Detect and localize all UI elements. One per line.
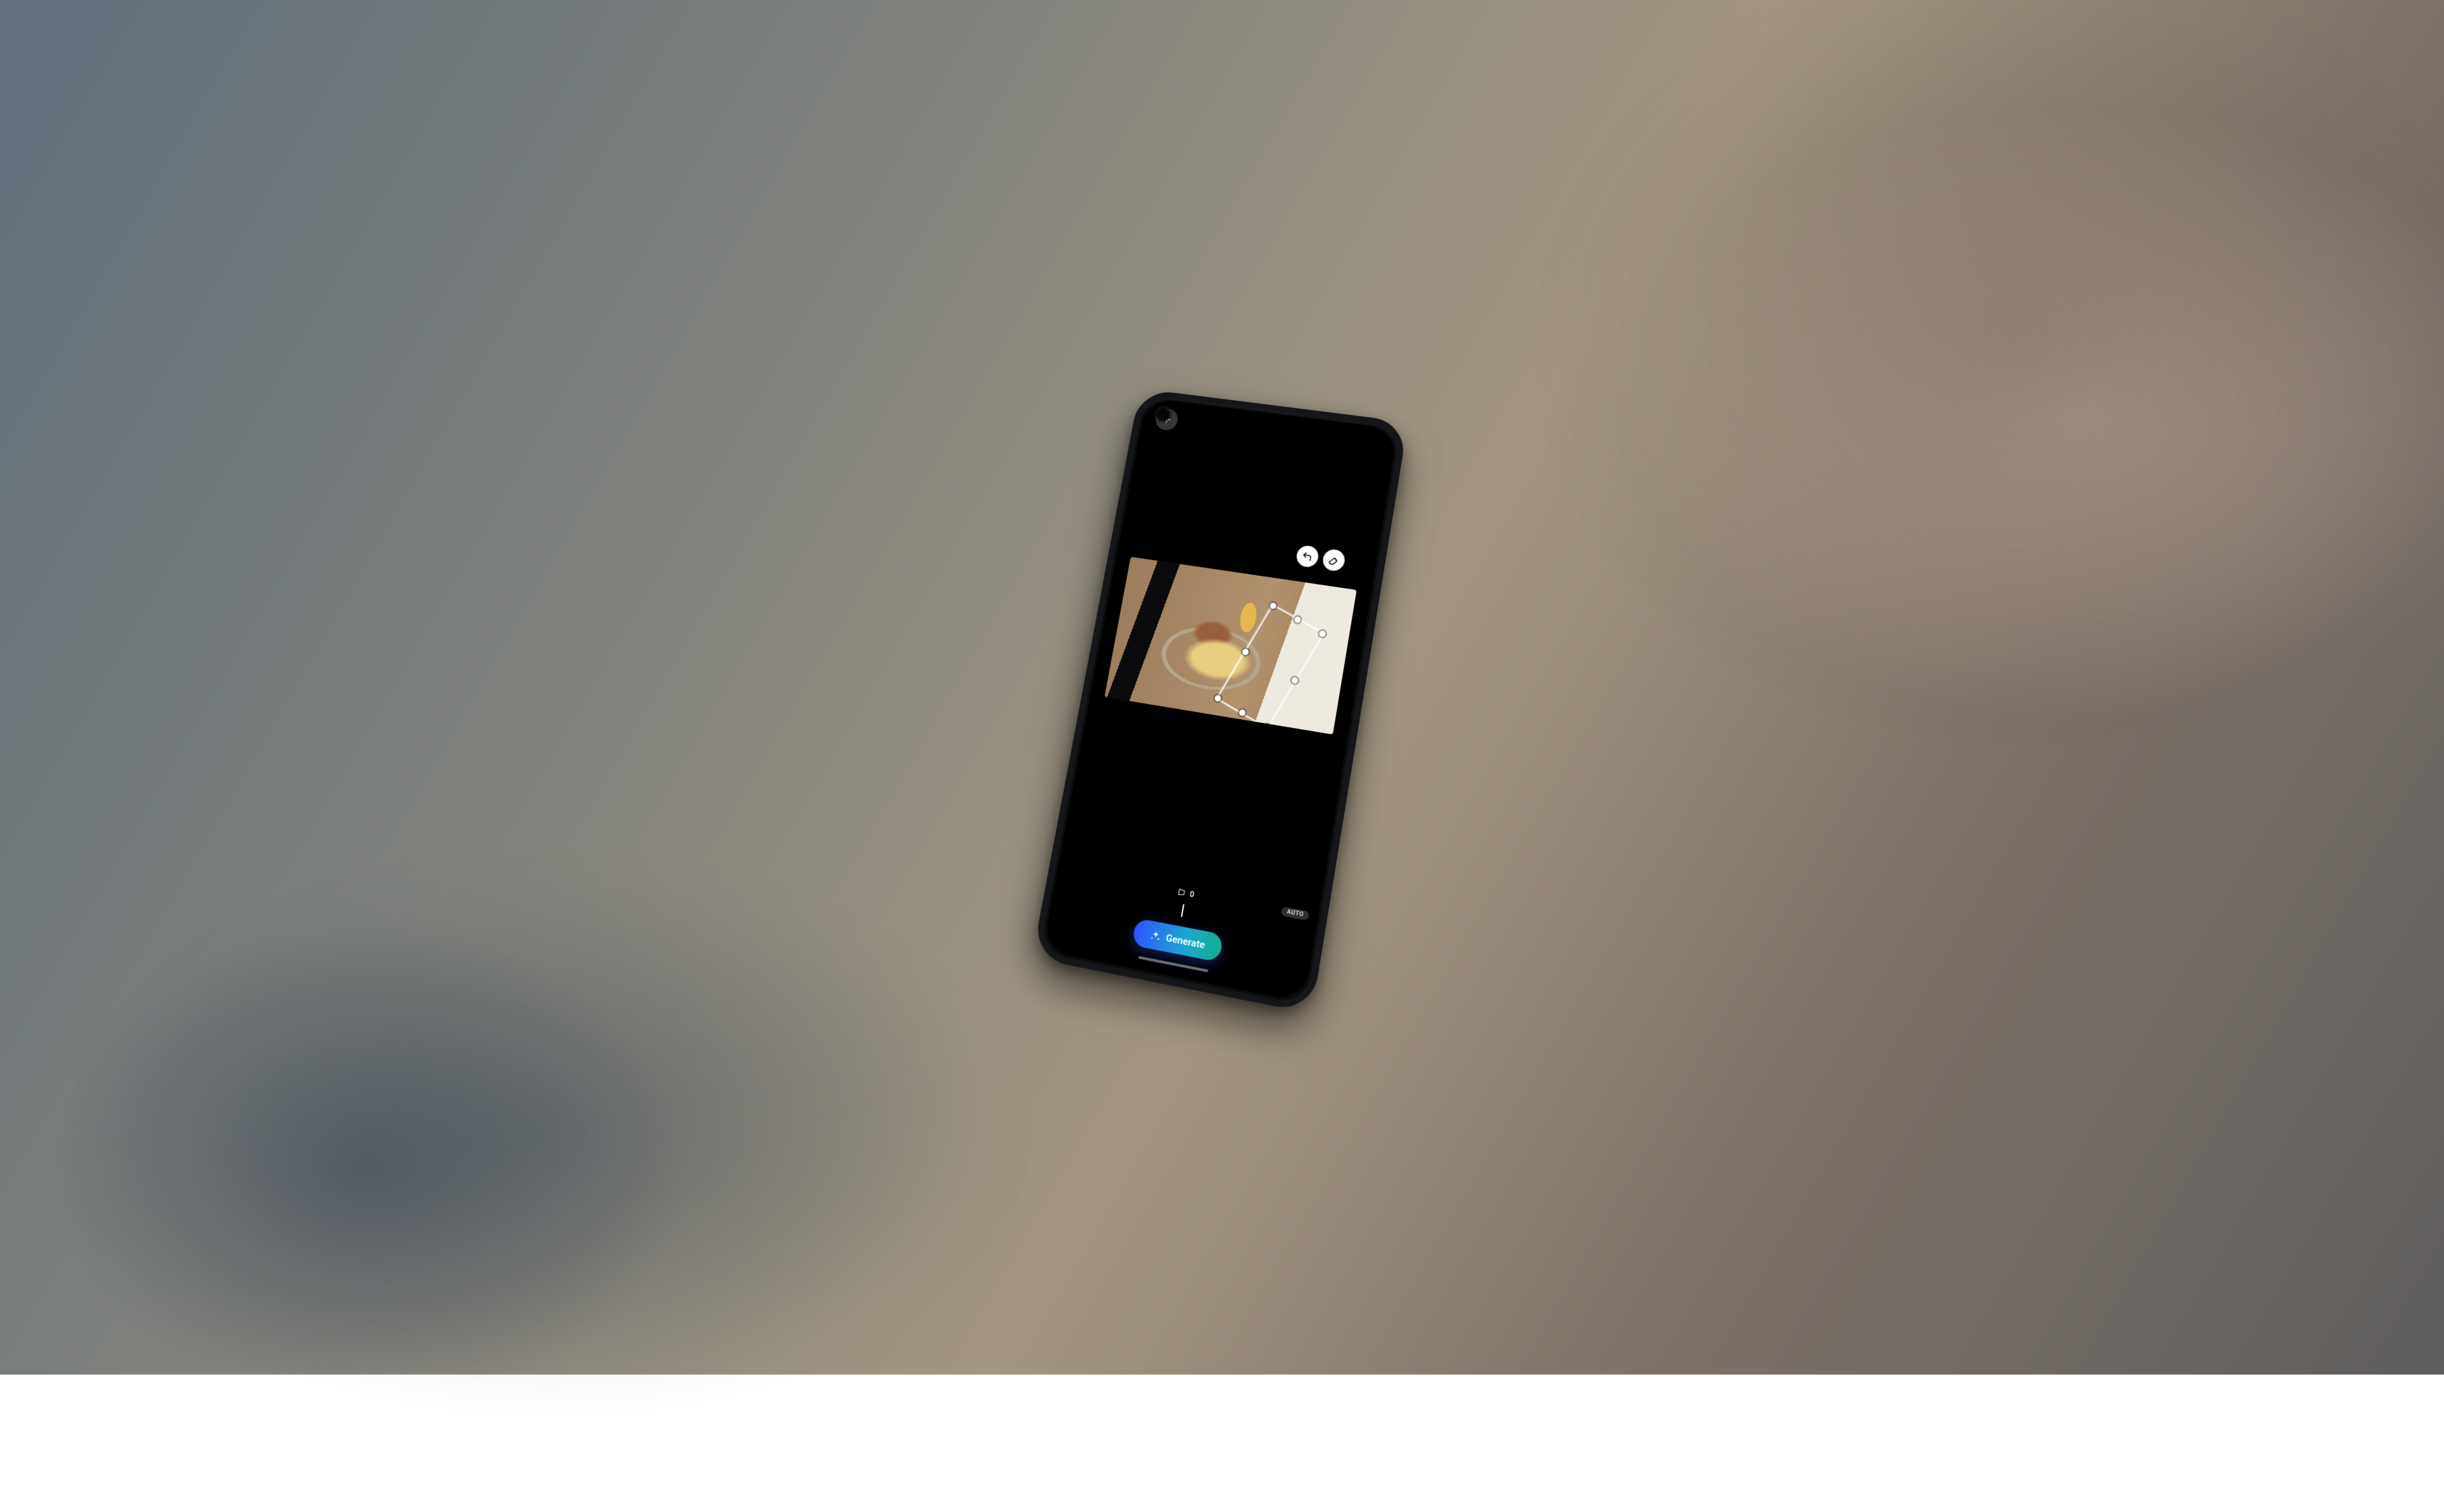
slider-tick — [1101, 895, 1102, 902]
slider-tick — [1092, 893, 1093, 900]
selection-handle[interactable] — [1241, 648, 1250, 656]
slider-tick — [1081, 892, 1083, 898]
slider-tick — [1263, 926, 1265, 932]
edited-image[interactable] — [1104, 557, 1357, 734]
slider-tick — [1248, 920, 1250, 930]
slider-tick — [1222, 915, 1224, 925]
slider-tick — [1232, 920, 1233, 927]
slider-tick — [1151, 905, 1153, 911]
perspective-icon — [1176, 887, 1186, 898]
slider-tick — [1284, 930, 1285, 936]
slider-tick — [1141, 903, 1142, 909]
selection-box[interactable] — [1216, 604, 1324, 729]
slider-tick — [1116, 898, 1118, 904]
slider-tick — [1077, 891, 1078, 897]
floating-tool-group — [1295, 545, 1345, 573]
phone-device-frame: 0 AUTO Generate — [1032, 389, 1408, 1014]
generate-label: Generate — [1165, 932, 1205, 951]
slider-tick — [1212, 916, 1213, 923]
selection-handle[interactable] — [1290, 676, 1299, 685]
phone-screen: 0 AUTO Generate — [1043, 398, 1398, 1002]
slider-tick — [1156, 906, 1158, 912]
slider-tick — [1279, 929, 1280, 935]
undo-button[interactable] — [1295, 545, 1319, 569]
slider-tick — [1111, 897, 1113, 904]
slider-tick — [1176, 909, 1177, 916]
slider-tick — [1067, 889, 1068, 895]
slider-tick — [1097, 892, 1099, 901]
slider-tick — [1227, 920, 1228, 926]
slider-tick — [1242, 922, 1244, 928]
slider-tick — [1131, 901, 1132, 907]
slider-tick — [1062, 888, 1063, 894]
slider-tick — [1268, 927, 1270, 934]
selection-handle[interactable] — [1293, 615, 1302, 624]
slider-tick — [1300, 930, 1302, 940]
slider-tick — [1295, 932, 1296, 939]
slider-tick — [1289, 931, 1290, 937]
photo-background: 0 AUTO Generate — [0, 0, 2444, 1375]
editor-canvas[interactable] — [1059, 398, 1398, 909]
sparkle-icon — [1149, 929, 1162, 942]
selection-handle[interactable] — [1263, 723, 1272, 732]
slider-tick — [1197, 910, 1198, 920]
selection-handle[interactable] — [1238, 708, 1247, 717]
slider-tick — [1106, 897, 1107, 903]
selection-handle[interactable] — [1268, 601, 1277, 610]
slider-tick — [1207, 915, 1208, 921]
slider-tick — [1086, 893, 1088, 899]
slider-tick — [1072, 886, 1074, 896]
slider-tick — [1136, 902, 1137, 908]
auto-button[interactable]: AUTO — [1281, 906, 1310, 920]
slider-tick — [1253, 924, 1254, 930]
erase-button[interactable] — [1321, 549, 1346, 573]
eraser-icon — [1327, 554, 1340, 566]
slider-tick — [1171, 906, 1173, 915]
slider-value-label: 0 — [1176, 887, 1195, 899]
slider-tick — [1305, 934, 1306, 941]
slider-value: 0 — [1189, 890, 1195, 900]
slider-center-indicator — [1181, 904, 1184, 918]
slider-tick — [1167, 907, 1168, 914]
slider-tick — [1274, 925, 1275, 935]
slider-tick — [1121, 896, 1123, 906]
slider-tick — [1186, 911, 1188, 918]
undo-icon — [1301, 550, 1313, 563]
slider-tick — [1126, 900, 1127, 906]
slider-tick — [1237, 921, 1239, 928]
selection-handle[interactable] — [1318, 629, 1327, 638]
home-indicator[interactable] — [1138, 956, 1208, 972]
selection-handle[interactable] — [1214, 694, 1223, 703]
slider-tick — [1258, 925, 1260, 932]
slider-tick — [1162, 907, 1163, 913]
slider-tick — [1191, 913, 1193, 919]
slider-tick — [1217, 918, 1218, 924]
slider-tick — [1202, 914, 1203, 921]
slider-tick — [1146, 900, 1148, 910]
